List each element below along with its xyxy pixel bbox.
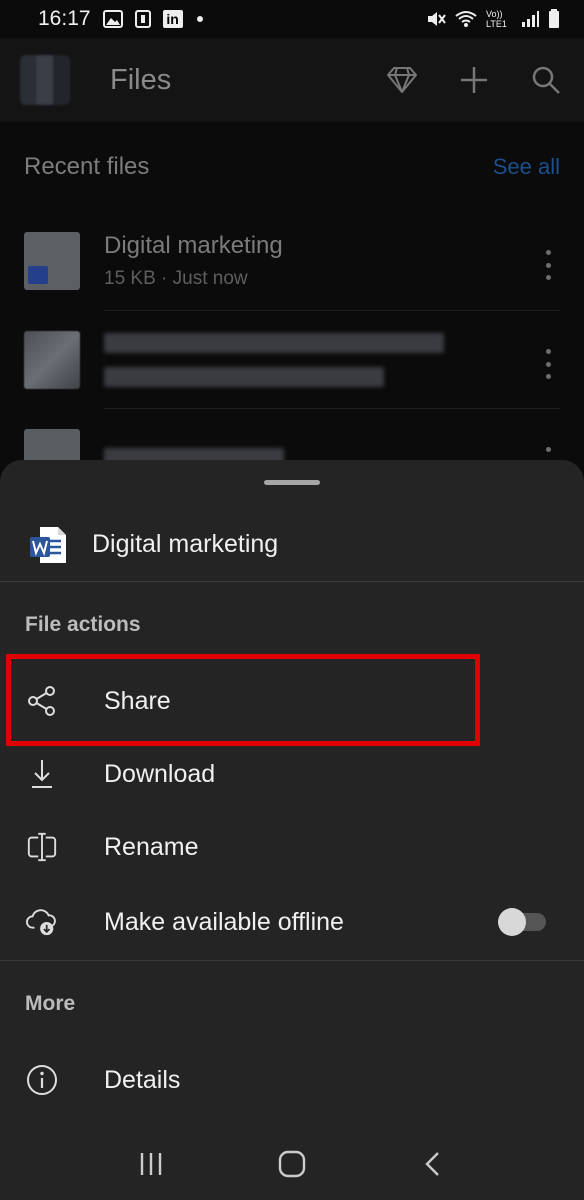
file-thumbnail — [24, 232, 80, 290]
redacted-name — [104, 332, 444, 353]
battery-icon — [549, 9, 559, 28]
back-button[interactable] — [413, 1144, 453, 1184]
file-meta: 15 KB · Just now — [104, 268, 248, 289]
header-actions — [384, 62, 564, 98]
divider — [0, 960, 584, 961]
app-header: Files — [0, 38, 584, 122]
recent-files-header: Recent files See all — [24, 122, 560, 212]
offline-action[interactable]: Make available offline — [0, 886, 584, 958]
linkedin-icon: in — [162, 10, 183, 28]
recents-button[interactable] — [131, 1144, 171, 1184]
more-options-button[interactable] — [536, 349, 560, 379]
recent-files-section: Recent files See all Digital marketing 1… — [0, 122, 584, 506]
avatar[interactable] — [20, 55, 70, 105]
file-text-redacted — [104, 332, 444, 387]
more-heading: More — [25, 992, 76, 1015]
sheet-file-header: Digital marketing — [0, 508, 584, 582]
add-button[interactable] — [456, 62, 492, 98]
download-icon — [32, 760, 52, 788]
sheet-drag-handle[interactable] — [264, 480, 320, 485]
recents-icon — [140, 1153, 161, 1175]
status-bar: 16:17 in Vo)) LTE1 — [0, 0, 584, 38]
list-item[interactable] — [24, 310, 560, 408]
nfc-icon — [134, 10, 151, 28]
redacted-meta — [104, 366, 384, 387]
word-badge-icon — [28, 266, 48, 284]
status-notification-icons: in — [102, 10, 203, 28]
details-label: Details — [104, 1065, 181, 1094]
premium-diamond-icon — [387, 67, 417, 93]
word-document-icon — [30, 526, 66, 563]
dot-icon — [196, 16, 203, 22]
cloud-offline-icon — [26, 909, 56, 936]
recent-files-title: Recent files — [24, 153, 150, 180]
status-time: 16:17 — [38, 7, 91, 30]
rename-icon — [27, 832, 57, 862]
home-button[interactable] — [272, 1144, 312, 1184]
download-action[interactable]: Download — [0, 738, 584, 810]
search-icon — [532, 66, 560, 94]
sheet-file-name: Digital marketing — [92, 530, 279, 558]
more-options-button[interactable] — [536, 250, 560, 280]
page-title: Files — [110, 63, 172, 96]
add-icon — [461, 67, 487, 93]
file-name: Digital marketing — [104, 232, 283, 259]
file-thumbnail — [24, 330, 80, 389]
rename-action[interactable]: Rename — [0, 811, 584, 883]
see-all-link[interactable]: See all — [493, 154, 560, 180]
rename-label: Rename — [104, 832, 199, 861]
file-actions-heading: File actions — [25, 613, 141, 636]
list-item[interactable]: Digital marketing 15 KB · Just now — [24, 212, 560, 310]
home-icon — [278, 1150, 306, 1178]
volte-icon: Vo)) LTE1 — [486, 9, 507, 29]
file-text: Digital marketing 15 KB · Just now — [104, 232, 283, 290]
file-actions-sheet: Digital marketing File actions Share Dow… — [0, 460, 584, 1200]
mute-icon — [428, 12, 446, 26]
highlight-box — [6, 654, 480, 746]
back-icon — [425, 1152, 440, 1176]
offline-toggle[interactable] — [498, 908, 546, 936]
download-label: Download — [104, 759, 216, 788]
signal-icon — [522, 11, 539, 27]
offline-label: Make available offline — [104, 907, 344, 936]
wifi-icon — [455, 11, 477, 27]
info-icon — [27, 1065, 57, 1095]
premium-button[interactable] — [384, 62, 420, 98]
system-nav-bar — [0, 1128, 584, 1200]
status-system-icons: Vo)) LTE1 — [426, 9, 560, 29]
image-icon — [102, 10, 123, 28]
search-button[interactable] — [528, 62, 564, 98]
details-action[interactable]: Details — [0, 1044, 584, 1116]
